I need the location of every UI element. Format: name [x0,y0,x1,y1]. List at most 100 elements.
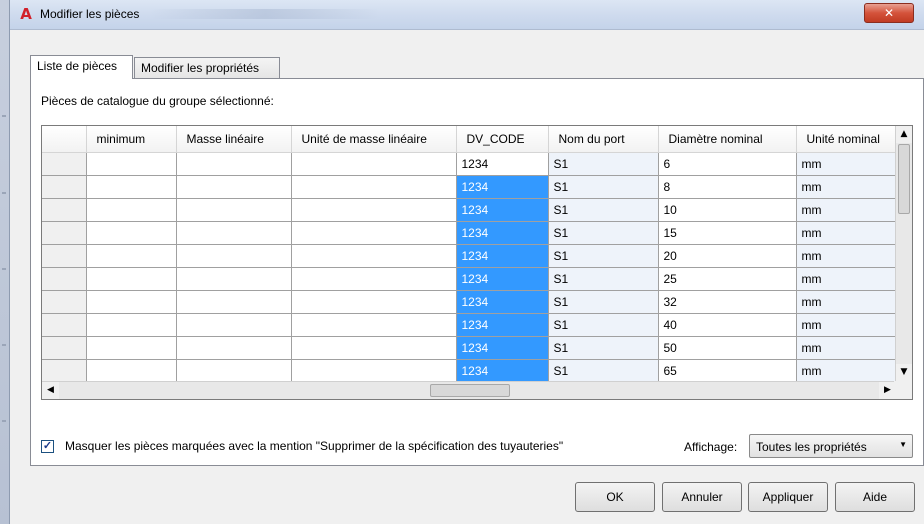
linear-mass-cell[interactable] [176,152,292,176]
linear-mass-cell[interactable] [176,313,292,337]
linear-mass-unit-cell[interactable] [291,336,457,360]
column-header[interactable]: Unité de masse linéaire [291,126,457,153]
table-row[interactable]: 1234 S1 8 mm [42,175,897,199]
dv-code-cell[interactable]: 1234 [456,175,549,199]
dv-code-cell[interactable]: 1234 [456,267,549,291]
table-row[interactable]: 1234 S1 6 mm [42,152,897,176]
nominal-unit-cell[interactable]: mm [796,359,897,383]
nominal-diameter-cell[interactable]: 32 [658,290,797,314]
port-name-cell[interactable]: S1 [548,244,659,268]
row-header-cell[interactable] [42,198,87,222]
vertical-scroll-thumb[interactable] [898,144,910,214]
scroll-up-icon[interactable]: ▲ [896,126,912,143]
parts-grid[interactable]: minimum Masse linéaire Unité de masse li… [41,125,913,400]
row-header-cell[interactable] [42,175,87,199]
row-header-cell[interactable] [42,267,87,291]
linear-mass-cell[interactable] [176,359,292,383]
nominal-unit-cell[interactable]: mm [796,267,897,291]
port-name-cell[interactable]: S1 [548,152,659,176]
table-row[interactable]: 1234 S1 25 mm [42,267,897,291]
table-row[interactable]: 1234 S1 15 mm [42,221,897,245]
minimum-cell[interactable] [86,313,177,337]
linear-mass-unit-cell[interactable] [291,175,457,199]
nominal-diameter-cell[interactable]: 25 [658,267,797,291]
table-row[interactable]: 1234 S1 10 mm [42,198,897,222]
linear-mass-cell[interactable] [176,198,292,222]
port-name-cell[interactable]: S1 [548,175,659,199]
nominal-unit-cell[interactable]: mm [796,290,897,314]
port-name-cell[interactable]: S1 [548,198,659,222]
linear-mass-cell[interactable] [176,267,292,291]
minimum-cell[interactable] [86,359,177,383]
minimum-cell[interactable] [86,221,177,245]
port-name-cell[interactable]: S1 [548,290,659,314]
title-bar[interactable]: A Modifier les pièces ✕ [10,0,924,30]
dv-code-cell[interactable]: 1234 [456,336,549,360]
row-header-cell[interactable] [42,244,87,268]
dv-code-cell[interactable]: 1234 [456,198,549,222]
minimum-cell[interactable] [86,290,177,314]
tab-parts-list[interactable]: Liste de pièces [30,55,133,79]
row-header-cell[interactable] [42,290,87,314]
row-header-cell[interactable] [42,221,87,245]
nominal-unit-cell[interactable]: mm [796,313,897,337]
scroll-left-icon[interactable]: ◀ [42,382,59,399]
horizontal-scroll-thumb[interactable] [430,384,510,397]
minimum-cell[interactable] [86,198,177,222]
column-header[interactable]: minimum [86,126,177,153]
dv-code-cell[interactable]: 1234 [456,290,549,314]
column-header[interactable]: Nom du port [548,126,659,153]
row-header-cell[interactable] [42,359,87,383]
linear-mass-unit-cell[interactable] [291,359,457,383]
linear-mass-cell[interactable] [176,290,292,314]
linear-mass-cell[interactable] [176,221,292,245]
apply-button[interactable]: Appliquer [748,482,828,512]
nominal-unit-cell[interactable]: mm [796,221,897,245]
linear-mass-unit-cell[interactable] [291,244,457,268]
nominal-diameter-cell[interactable]: 6 [658,152,797,176]
hide-marked-checkbox[interactable]: ✓ [41,440,54,453]
close-button[interactable]: ✕ [864,3,914,23]
minimum-cell[interactable] [86,336,177,360]
column-header[interactable]: DV_CODE [456,126,549,153]
minimum-cell[interactable] [86,175,177,199]
nominal-diameter-cell[interactable]: 15 [658,221,797,245]
view-select[interactable]: Toutes les propriétés ▼ [749,434,913,458]
table-row[interactable]: 1234 S1 32 mm [42,290,897,314]
linear-mass-unit-cell[interactable] [291,152,457,176]
minimum-cell[interactable] [86,244,177,268]
nominal-unit-cell[interactable]: mm [796,152,897,176]
linear-mass-unit-cell[interactable] [291,313,457,337]
dv-code-cell[interactable]: 1234 [456,152,549,176]
vertical-scrollbar[interactable]: ▲ ▼ [895,126,912,381]
horizontal-scrollbar[interactable]: ◀ ▶ [42,381,896,399]
port-name-cell[interactable]: S1 [548,267,659,291]
dv-code-cell[interactable]: 1234 [456,221,549,245]
help-button[interactable]: Aide [835,482,915,512]
nominal-diameter-cell[interactable]: 8 [658,175,797,199]
cancel-button[interactable]: Annuler [662,482,742,512]
linear-mass-cell[interactable] [176,244,292,268]
linear-mass-unit-cell[interactable] [291,198,457,222]
dv-code-cell[interactable]: 1234 [456,244,549,268]
tab-modify-properties[interactable]: Modifier les propriétés [134,57,280,78]
nominal-diameter-cell[interactable]: 65 [658,359,797,383]
nominal-diameter-cell[interactable]: 10 [658,198,797,222]
linear-mass-unit-cell[interactable] [291,267,457,291]
row-header-cell[interactable] [42,313,87,337]
column-header[interactable]: Masse linéaire [176,126,292,153]
linear-mass-cell[interactable] [176,336,292,360]
nominal-unit-cell[interactable]: mm [796,336,897,360]
table-row[interactable]: 1234 S1 20 mm [42,244,897,268]
column-header[interactable]: Unité nominal [796,126,897,153]
row-header-cell[interactable] [42,336,87,360]
port-name-cell[interactable]: S1 [548,221,659,245]
column-header[interactable]: Diamètre nominal [658,126,797,153]
nominal-diameter-cell[interactable]: 20 [658,244,797,268]
ok-button[interactable]: OK [575,482,655,512]
nominal-diameter-cell[interactable]: 50 [658,336,797,360]
table-row[interactable]: 1234 S1 65 mm [42,359,897,383]
nominal-unit-cell[interactable]: mm [796,175,897,199]
linear-mass-unit-cell[interactable] [291,290,457,314]
linear-mass-cell[interactable] [176,175,292,199]
